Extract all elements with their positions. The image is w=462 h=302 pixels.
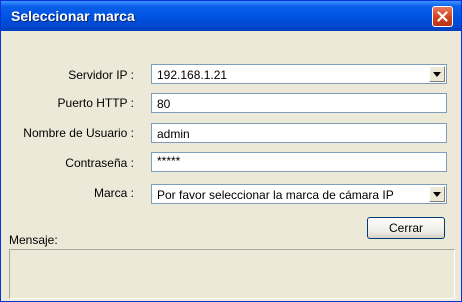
dialog-window: Seleccionar marca Servidor IP : 192.168.… xyxy=(0,0,462,302)
username-value: admin xyxy=(157,127,190,141)
message-area xyxy=(9,249,455,299)
chevron-down-icon xyxy=(433,72,441,77)
password-value: ***** xyxy=(157,154,181,168)
close-button[interactable] xyxy=(432,6,453,27)
server-ip-dropdown-button[interactable] xyxy=(429,66,445,82)
http-port-label: Puerto HTTP : xyxy=(57,96,134,110)
server-ip-value: 192.168.1.21 xyxy=(157,68,228,82)
username-label: Nombre de Usuario : xyxy=(23,126,134,140)
password-label: Contraseña : xyxy=(65,156,134,170)
http-port-input[interactable]: 80 xyxy=(151,93,447,113)
brand-combobox[interactable]: Por favor seleccionar la marca de cámara… xyxy=(151,184,447,204)
window-title: Seleccionar marca xyxy=(11,8,135,24)
server-ip-label: Servidor IP : xyxy=(68,68,134,82)
brand-label: Marca : xyxy=(93,186,134,200)
password-input[interactable]: ***** xyxy=(151,152,447,172)
brand-value: Por favor seleccionar la marca de cámara… xyxy=(157,188,394,202)
title-bar[interactable]: Seleccionar marca xyxy=(1,1,461,31)
username-input[interactable]: admin xyxy=(151,123,447,143)
server-ip-combobox[interactable]: 192.168.1.21 xyxy=(151,64,447,84)
http-port-value: 80 xyxy=(157,97,171,111)
chevron-down-icon xyxy=(433,192,441,197)
close-dialog-button[interactable]: Cerrar xyxy=(367,217,445,239)
close-icon xyxy=(437,11,448,22)
message-label: Mensaje: xyxy=(9,233,58,247)
brand-dropdown-button[interactable] xyxy=(429,186,445,202)
